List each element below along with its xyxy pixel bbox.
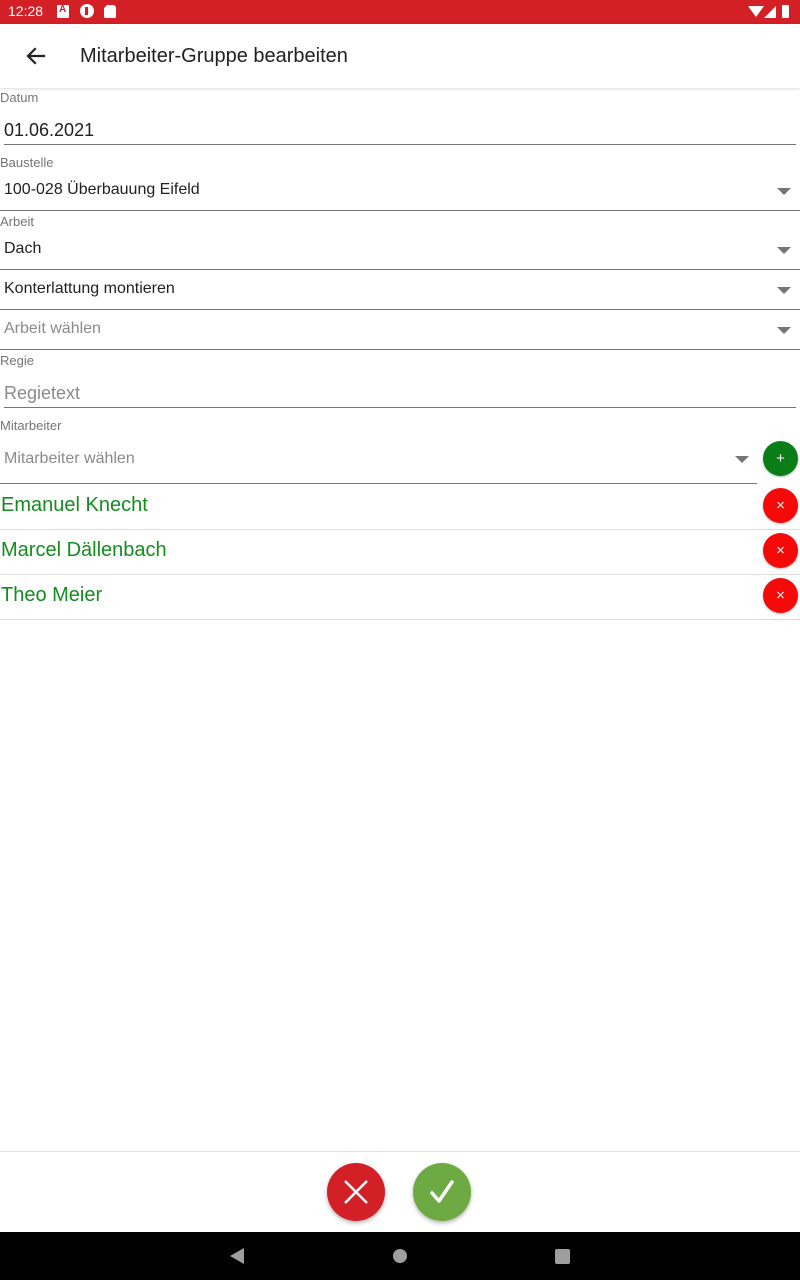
close-icon xyxy=(344,1180,368,1204)
remove-employee-button[interactable]: × xyxy=(763,533,798,568)
regie-input[interactable]: Regietext xyxy=(4,375,796,408)
arbeit-level3-underline xyxy=(0,349,800,350)
signal-icon xyxy=(764,6,776,18)
status-time: 12:28 xyxy=(8,3,44,19)
remove-employee-button[interactable]: × xyxy=(763,578,798,613)
chevron-down-icon xyxy=(735,456,749,463)
app-bar: Mitarbeiter-Gruppe bearbeiten xyxy=(0,24,800,88)
chevron-down-icon xyxy=(777,327,791,334)
back-button[interactable] xyxy=(20,40,52,72)
nav-home-icon[interactable] xyxy=(393,1249,407,1263)
datum-input[interactable]: 01.06.2021 xyxy=(4,110,796,145)
plus-icon: + xyxy=(776,450,785,467)
arbeit-level3-placeholder: Arbeit wählen xyxy=(4,320,101,337)
close-icon: × xyxy=(776,542,785,559)
mitarbeiter-dropdown[interactable]: Mitarbeiter wählen xyxy=(0,437,757,484)
employee-list-item: Emanuel Knecht xyxy=(0,485,800,530)
close-icon: × xyxy=(776,497,785,514)
arbeit-label: Arbeit xyxy=(0,214,34,229)
add-employee-button[interactable]: + xyxy=(763,441,798,476)
confirm-button[interactable] xyxy=(413,1163,471,1221)
chevron-down-icon xyxy=(777,287,791,294)
check-icon xyxy=(430,1180,454,1203)
arbeit-level2-value: Konterlattung montieren xyxy=(4,280,175,297)
datum-value: 01.06.2021 xyxy=(4,120,95,140)
employee-list-item: Theo Meier xyxy=(0,575,800,620)
arrow-left-icon xyxy=(26,47,46,65)
wifi-icon xyxy=(748,6,764,17)
status-bar: 12:28 xyxy=(0,0,800,24)
cancel-button[interactable] xyxy=(327,1163,385,1221)
close-icon: × xyxy=(776,587,785,604)
mitarbeiter-label: Mitarbeiter xyxy=(0,418,62,433)
pocket-icon xyxy=(80,4,94,18)
regie-underline xyxy=(4,407,796,408)
baustelle-dropdown[interactable]: 100-028 Überbauung Eifeld xyxy=(0,171,800,211)
nav-recents-icon[interactable] xyxy=(555,1249,570,1264)
sd-card-icon xyxy=(104,5,116,18)
mitarbeiter-underline xyxy=(0,483,757,484)
app-a-icon xyxy=(57,4,69,18)
regie-placeholder: Regietext xyxy=(4,383,81,403)
chevron-down-icon xyxy=(777,188,791,195)
arbeit-level1-value: Dach xyxy=(4,240,42,257)
employee-name: Theo Meier xyxy=(1,584,103,606)
datum-underline xyxy=(4,144,796,145)
employee-name: Emanuel Knecht xyxy=(1,494,148,516)
baustelle-label: Baustelle xyxy=(0,155,54,170)
nav-back-icon[interactable] xyxy=(230,1248,244,1264)
mitarbeiter-placeholder: Mitarbeiter wählen xyxy=(4,450,135,467)
bottom-action-bar xyxy=(0,1151,800,1232)
datum-label: Datum xyxy=(0,90,39,105)
arbeit-dropdown-level1[interactable]: Dach xyxy=(0,230,800,270)
system-nav-bar xyxy=(0,1232,800,1280)
page-title: Mitarbeiter-Gruppe bearbeiten xyxy=(80,45,348,67)
remove-employee-button[interactable]: × xyxy=(763,488,798,523)
arbeit-dropdown-level2[interactable]: Konterlattung montieren xyxy=(0,270,800,310)
regie-label: Regie xyxy=(0,353,34,368)
baustelle-underline xyxy=(0,210,800,211)
employee-list-item: Marcel Dällenbach xyxy=(0,530,800,575)
employee-name: Marcel Dällenbach xyxy=(1,539,167,561)
arbeit-dropdown-level3[interactable]: Arbeit wählen xyxy=(0,310,800,350)
battery-icon xyxy=(782,5,789,18)
baustelle-value: 100-028 Überbauung Eifeld xyxy=(4,181,200,198)
chevron-down-icon xyxy=(777,247,791,254)
